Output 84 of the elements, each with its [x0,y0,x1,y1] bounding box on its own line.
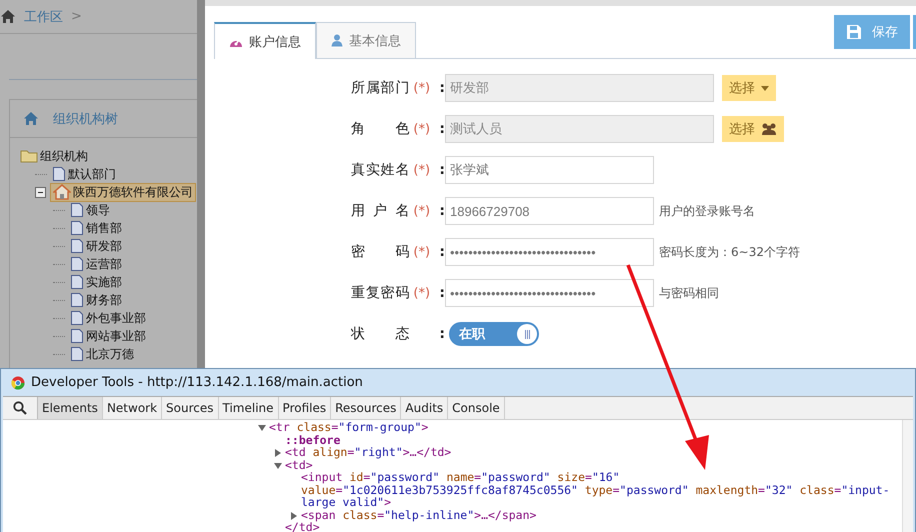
help-text: 用户的登录账号名 [659,202,755,220]
expanded-arrow-icon[interactable] [274,462,282,470]
caret-icon [761,86,769,90]
input-field[interactable]: 张学斌 [445,156,654,184]
panel-tab[interactable]: Timeline [218,397,279,419]
panel-tab[interactable]: Audits [401,397,448,419]
input-field[interactable]: •••••••••••••••••••••••••••••••• [445,238,654,266]
tree-item[interactable]: 运营部 [67,254,125,274]
collapse-icon[interactable] [35,186,46,198]
page-icon [70,346,84,362]
panel-tab[interactable]: Resources [331,397,402,419]
tree-item[interactable]: 财务部 [67,290,125,310]
window-title: Developer Tools - http://113.142.1.168/main.action [31,375,363,390]
house-icon [53,184,71,200]
field-label: 状 态 [351,325,410,343]
panel-tab[interactable]: Sources [162,397,219,419]
tree-item[interactable]: 销售部 [67,218,125,238]
tree-item[interactable]: 网站事业部 [67,326,149,346]
expanded-arrow-icon[interactable] [258,424,266,432]
field-label: 用 户 名 [351,202,410,220]
code-line[interactable]: <span class="help-inline">…</span> [301,508,536,521]
user-icon [331,34,343,47]
colon: : [439,244,445,260]
help-text: 密码长度为：6~32个字符 [659,244,800,260]
panel-tab[interactable]: Elements [37,397,103,419]
required-mark: (*) [413,286,432,300]
group-icon [761,122,777,136]
breadcrumb-separator: > [71,9,82,24]
colon: : [439,203,445,219]
panel-title: 组织机构树 [53,110,118,128]
browser-logo-icon [11,376,25,390]
panel-tab[interactable]: Network [102,397,162,419]
required-mark: (*) [413,204,432,218]
colon: : [439,162,445,178]
collapsed-arrow-icon[interactable] [274,449,282,457]
tab[interactable]: 基本信息 [316,22,416,58]
code-line[interactable]: <td> [285,458,313,471]
home-icon [0,9,16,24]
code-line[interactable]: <td align="right">…</td> [285,446,452,458]
tree-item[interactable]: 默认部门 [49,164,119,184]
page-icon [70,238,84,254]
tree-item[interactable]: 领导 [67,200,113,220]
collapsed-arrow-icon[interactable] [290,512,298,520]
required-mark: (*) [413,244,432,260]
page-icon [70,310,84,326]
page-icon [70,202,84,218]
page-icon [70,328,84,344]
search-icon [13,401,27,415]
code-line[interactable]: </td> [285,521,320,532]
field-label: 真实姓名 [351,161,410,179]
field-label: 所属部门 [351,79,410,97]
scrollbar[interactable] [902,420,913,532]
page-icon [70,256,84,272]
tree-item[interactable]: 北京万德 [67,344,137,364]
floppy-icon [846,24,862,40]
page-icon [70,274,84,290]
field-label: 重复密码 [351,284,410,302]
field-label: 角 色 [351,120,410,138]
required-mark: (*) [413,162,432,178]
input-field[interactable]: 18966729708 [445,197,654,225]
tree-item[interactable]: 组织机构 [17,146,91,166]
page-icon [70,292,84,308]
panel-tab[interactable]: Console [448,397,505,419]
required-mark: (*) [413,122,432,136]
panel-tab[interactable]: Profiles [278,397,332,419]
code-line[interactable]: <input id="password" name="password" size="16" value="1c020611e3b753925ffc8af8745c0556" type="password" maxlength="32" class="input-large valid"> [301,471,902,508]
tree-item[interactable]: 陕西万德软件有限公司 [50,182,196,202]
code-line[interactable]: ::before [285,434,340,446]
colon: : [439,326,445,342]
tree-item[interactable]: 外包事业部 [67,308,149,328]
page-icon [70,220,84,236]
required-mark: (*) [413,80,432,96]
help-text: 与密码相同 [659,284,719,302]
input-field[interactable]: •••••••••••••••••••••••••••••••• [445,279,654,307]
colon: : [439,121,445,137]
colon: : [439,80,445,96]
tree-item[interactable]: 研发部 [67,236,125,256]
field-label: 密 码 [351,243,410,261]
page-icon [52,166,66,182]
code-line[interactable]: <tr class="form-group"> [269,421,428,434]
colon: : [439,285,445,301]
tab[interactable]: 账户信息 [214,22,316,59]
tree-item[interactable]: 实施部 [67,272,125,292]
folder-icon [20,149,38,163]
